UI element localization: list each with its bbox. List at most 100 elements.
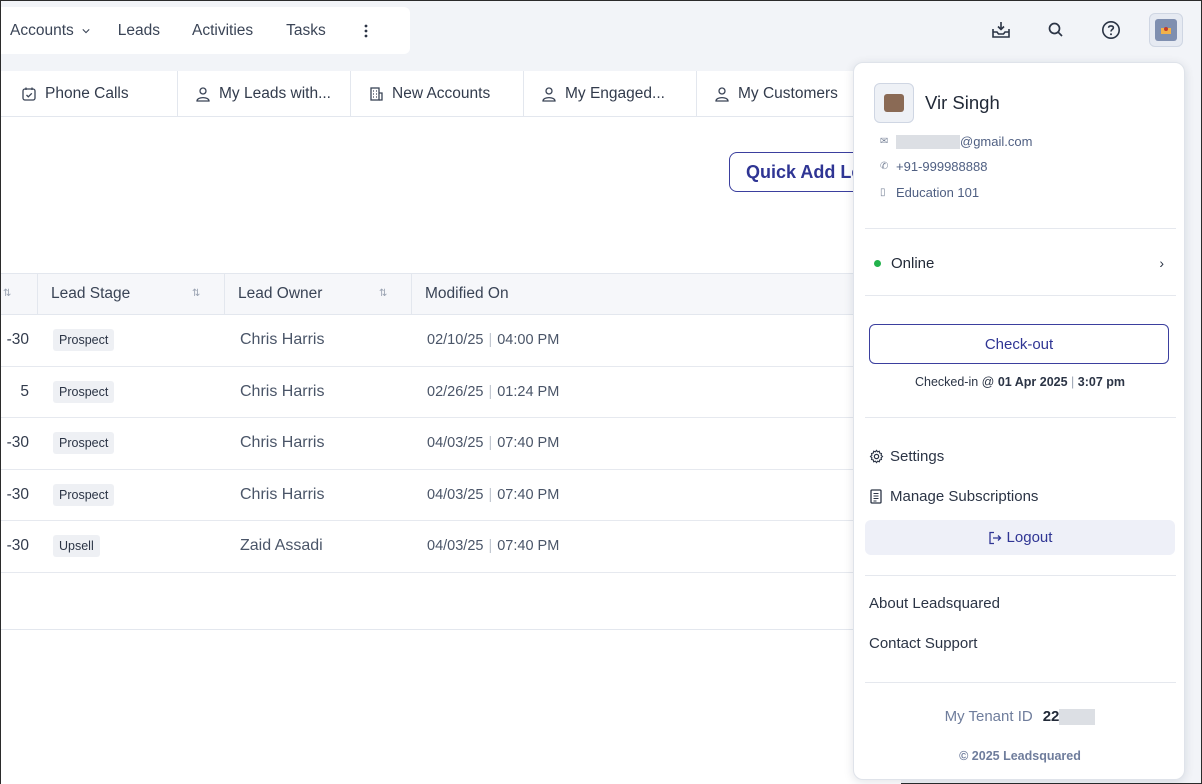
checked-in-separator: |	[1067, 375, 1078, 389]
modified-date: 02/26/25	[427, 383, 484, 400]
contact-support-link[interactable]: Contact Support	[869, 635, 977, 652]
manage-subscriptions-menu-item[interactable]: Manage Subscriptions	[869, 488, 1038, 505]
modified-date: 04/03/25	[427, 435, 484, 452]
sort-icon: ⇅	[192, 288, 201, 299]
about-leadsquared-link[interactable]: About Leadsquared	[869, 595, 1000, 612]
contact-support-label: Contact Support	[869, 635, 978, 652]
table-row[interactable]: -30 Prospect Chris Harris 04/03/25 | 07:40…	[1, 470, 901, 521]
envelope-icon: ✉	[880, 136, 889, 147]
profile-phone-value: +91-999988888	[896, 159, 988, 174]
partial-cell: -30	[6, 537, 29, 555]
lead-stage-badge: Prospect	[53, 380, 115, 403]
modified-date: 04/03/25	[427, 538, 484, 555]
lead-stage-cell: Prospect	[38, 315, 225, 366]
table-row[interactable]: 5 Prospect Chris Harris 02/26/25 | 01:24 P…	[1, 367, 901, 418]
chevron-right-icon: ›	[1159, 255, 1164, 271]
leads-table: ⇅ Lead Stage ⇅ Lead Owner ⇅ Modified On …	[1, 273, 901, 573]
gear-icon	[869, 449, 885, 464]
divider	[865, 295, 1176, 296]
settings-menu-item[interactable]: Settings	[869, 448, 944, 465]
modified-on-cell: 04/03/25 | 07:40 PM	[412, 418, 901, 469]
quick-add-lead-label: Quick Add Le	[746, 161, 862, 182]
column-header-partial[interactable]: ⇅	[1, 274, 38, 314]
modified-time: 07:40 PM	[497, 538, 560, 555]
tab-phone-calls[interactable]: Phone Calls	[1, 70, 178, 117]
tab-my-leads[interactable]: My Leads with...	[178, 70, 351, 117]
user-avatar-button[interactable]	[1149, 13, 1183, 47]
help-button[interactable]	[1094, 13, 1128, 47]
calendar-check-icon	[21, 86, 37, 102]
phone-icon: ✆	[880, 161, 889, 172]
column-header-lead-owner[interactable]: Lead Owner ⇅	[225, 274, 412, 314]
sort-icon: ⇅	[379, 288, 388, 299]
header-actions	[963, 13, 1183, 47]
tenant-id-value: 22	[1042, 708, 1060, 725]
modified-on-cell: 02/10/25 | 04:00 PM	[412, 315, 901, 366]
lead-stage-badge: Upsell	[53, 535, 100, 558]
nav-accounts[interactable]: Accounts	[10, 22, 90, 40]
redacted-tenant-id	[1059, 708, 1096, 725]
check-out-button[interactable]: Check-out	[869, 324, 1169, 364]
profile-org: ▯ Education 101	[880, 185, 979, 200]
status-selector[interactable]: Online ›	[874, 253, 1164, 273]
profile-org-value: Education 101	[896, 185, 980, 200]
check-out-label: Check-out	[984, 335, 1054, 353]
tab-my-engaged-label: My Engaged...	[565, 84, 665, 102]
lead-stage-badge: Prospect	[53, 329, 115, 352]
logout-button[interactable]: Logout	[865, 520, 1175, 555]
separator: |	[488, 435, 493, 452]
search-button[interactable]	[1039, 13, 1073, 47]
partial-cell: -30	[6, 331, 29, 349]
nav-tasks[interactable]: Tasks	[286, 22, 326, 40]
modified-on-cell: 04/03/25 | 07:40 PM	[412, 521, 901, 572]
building-icon	[368, 86, 384, 102]
status-label: Online	[891, 254, 935, 272]
sort-icon: ⇅	[3, 288, 12, 299]
checked-in-date: 01 Apr 2025	[997, 375, 1068, 389]
avatar-icon	[1155, 19, 1177, 41]
smart-view-tabs: Phone Calls My Leads with... New Account…	[1, 70, 901, 117]
profile-email: ✉ @gmail.com	[880, 134, 1032, 149]
column-header-label: Lead Stage	[51, 285, 131, 302]
manage-subscriptions-label: Manage Subscriptions	[890, 488, 1039, 505]
lead-owner-cell: Chris Harris	[240, 485, 325, 503]
table-row[interactable]: -30 Upsell Zaid Assadi 04/03/25 | 07:40 PM	[1, 521, 901, 573]
more-menu-button[interactable]	[358, 24, 374, 38]
lead-stage-cell: Prospect	[38, 367, 225, 418]
modified-time: 01:24 PM	[497, 383, 560, 400]
separator: |	[488, 486, 493, 503]
logout-label: Logout	[1006, 529, 1053, 546]
table-row[interactable]: -30 Prospect Chris Harris 04/03/25 | 07:40…	[1, 418, 901, 470]
profile-phone: ✆ +91-999988888	[880, 159, 987, 174]
table-header: ⇅ Lead Stage ⇅ Lead Owner ⇅ Modified On	[1, 273, 901, 315]
separator: |	[488, 538, 493, 555]
nav-activities[interactable]: Activities	[192, 22, 253, 40]
about-label: About Leadsquared	[869, 595, 1000, 612]
table-row[interactable]: -30 Prospect Chris Harris 02/10/25 | 04:00…	[1, 315, 901, 367]
profile-name: Vir Singh	[925, 92, 1000, 113]
user-icon	[195, 86, 211, 102]
lead-owner-cell: Zaid Assadi	[240, 537, 323, 555]
logout-icon	[988, 531, 1002, 545]
modified-time: 04:00 PM	[497, 332, 560, 349]
profile-avatar	[874, 83, 914, 123]
tab-my-engaged[interactable]: My Engaged...	[524, 70, 697, 117]
search-icon	[1048, 22, 1063, 37]
column-header-modified-on[interactable]: Modified On	[412, 274, 901, 314]
nav-activities-label: Activities	[192, 21, 254, 39]
modified-date: 02/10/25	[427, 332, 484, 349]
main-content: Quick Add Le ⇅ Lead Stage ⇅ Lead Owner ⇅…	[1, 117, 929, 629]
redacted-email-prefix	[896, 134, 960, 149]
lead-stage-badge: Prospect	[53, 432, 115, 455]
nav-leads[interactable]: Leads	[118, 22, 160, 40]
partial-cell: -30	[6, 485, 29, 503]
lead-stage-cell: Upsell	[38, 521, 225, 572]
download-button[interactable]	[984, 13, 1018, 47]
tab-new-accounts[interactable]: New Accounts	[351, 70, 524, 117]
column-header-lead-stage[interactable]: Lead Stage ⇅	[38, 274, 225, 314]
building-icon: ▯	[880, 187, 886, 198]
tenant-id-label: My Tenant ID	[944, 708, 1033, 725]
help-icon	[1102, 21, 1120, 39]
partial-cell: -30	[6, 434, 29, 452]
document-icon	[869, 489, 885, 504]
